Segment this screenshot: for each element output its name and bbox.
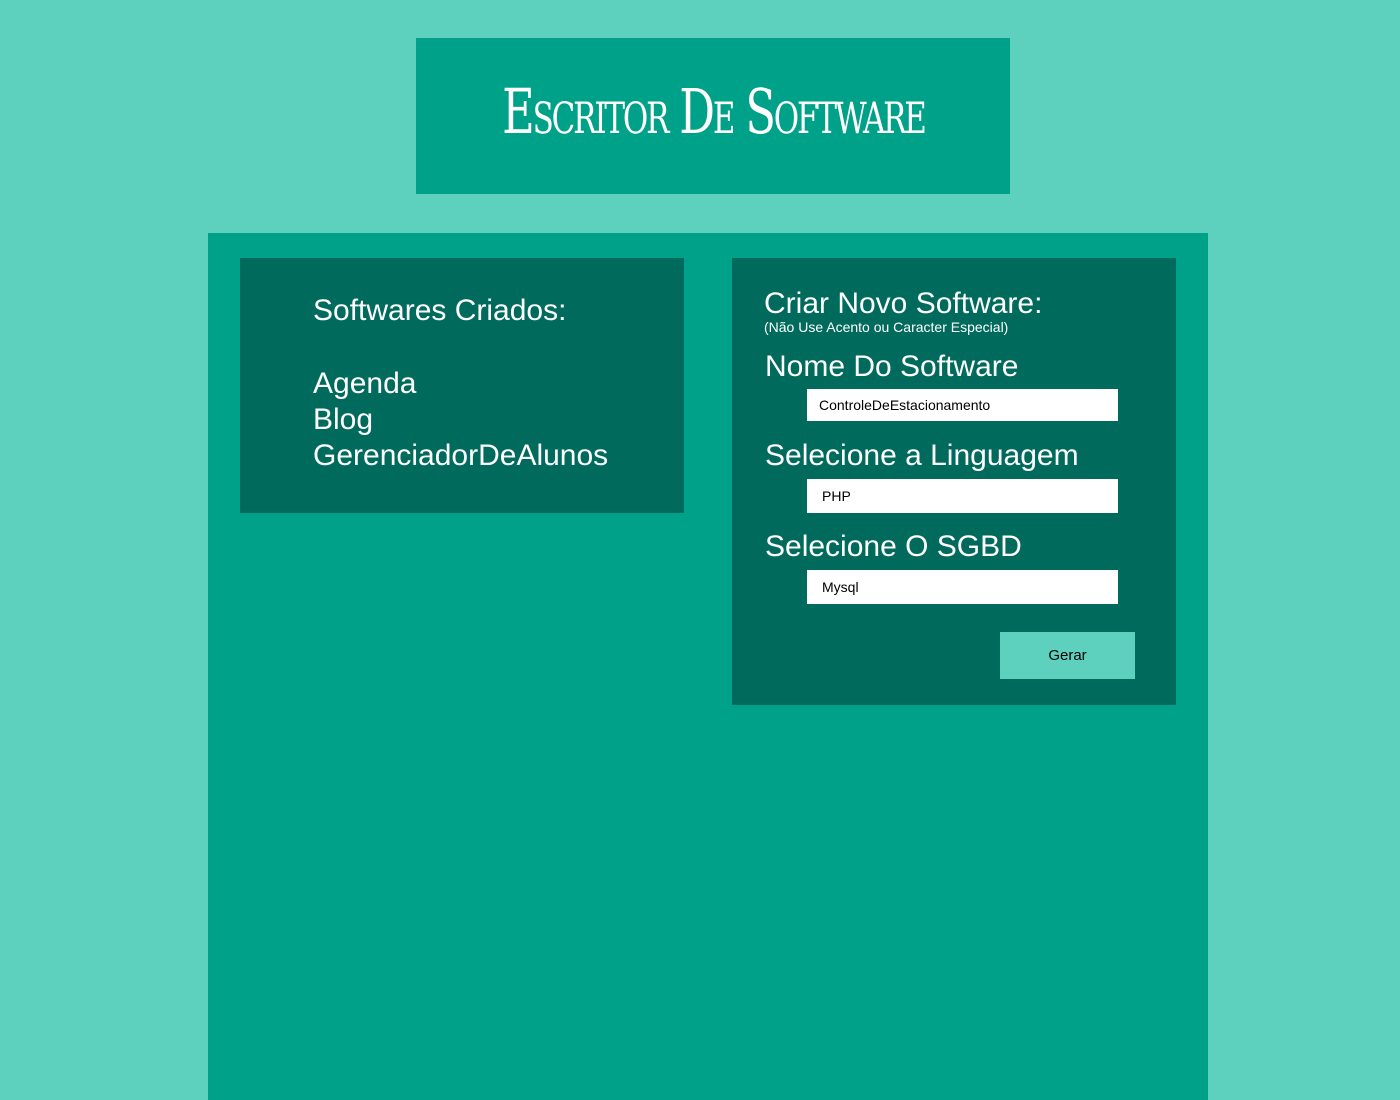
created-softwares-panel: Softwares Criados: Agenda Blog Gerenciad…: [240, 258, 684, 513]
software-list-item[interactable]: Blog: [313, 402, 608, 438]
language-select[interactable]: PHP: [807, 479, 1118, 513]
generate-button[interactable]: Gerar: [1000, 632, 1135, 679]
software-name-input[interactable]: [807, 389, 1118, 421]
language-selected-value: PHP: [822, 488, 851, 504]
main-content: Softwares Criados: Agenda Blog Gerenciad…: [208, 233, 1208, 1100]
software-list-item[interactable]: GerenciadorDeAlunos: [313, 438, 608, 474]
sgbd-label: Selecione O SGBD: [765, 530, 1022, 563]
create-software-heading: Criar Novo Software:: [764, 287, 1043, 320]
created-softwares-heading: Softwares Criados:: [313, 294, 567, 327]
software-list-item[interactable]: Agenda: [313, 366, 608, 402]
sgbd-selected-value: Mysql: [822, 579, 859, 595]
site-title: Escritor De Software: [501, 75, 927, 148]
software-name-label: Nome Do Software: [765, 350, 1019, 383]
create-software-panel: Criar Novo Software: (Não Use Acento ou …: [732, 258, 1176, 705]
sgbd-select[interactable]: Mysql: [807, 570, 1118, 604]
created-softwares-list: Agenda Blog GerenciadorDeAlunos: [313, 366, 608, 474]
language-label: Selecione a Linguagem: [765, 439, 1079, 472]
site-header: Escritor De Software: [416, 38, 1010, 194]
create-software-note: (Não Use Acento ou Caracter Especial): [764, 319, 1009, 335]
